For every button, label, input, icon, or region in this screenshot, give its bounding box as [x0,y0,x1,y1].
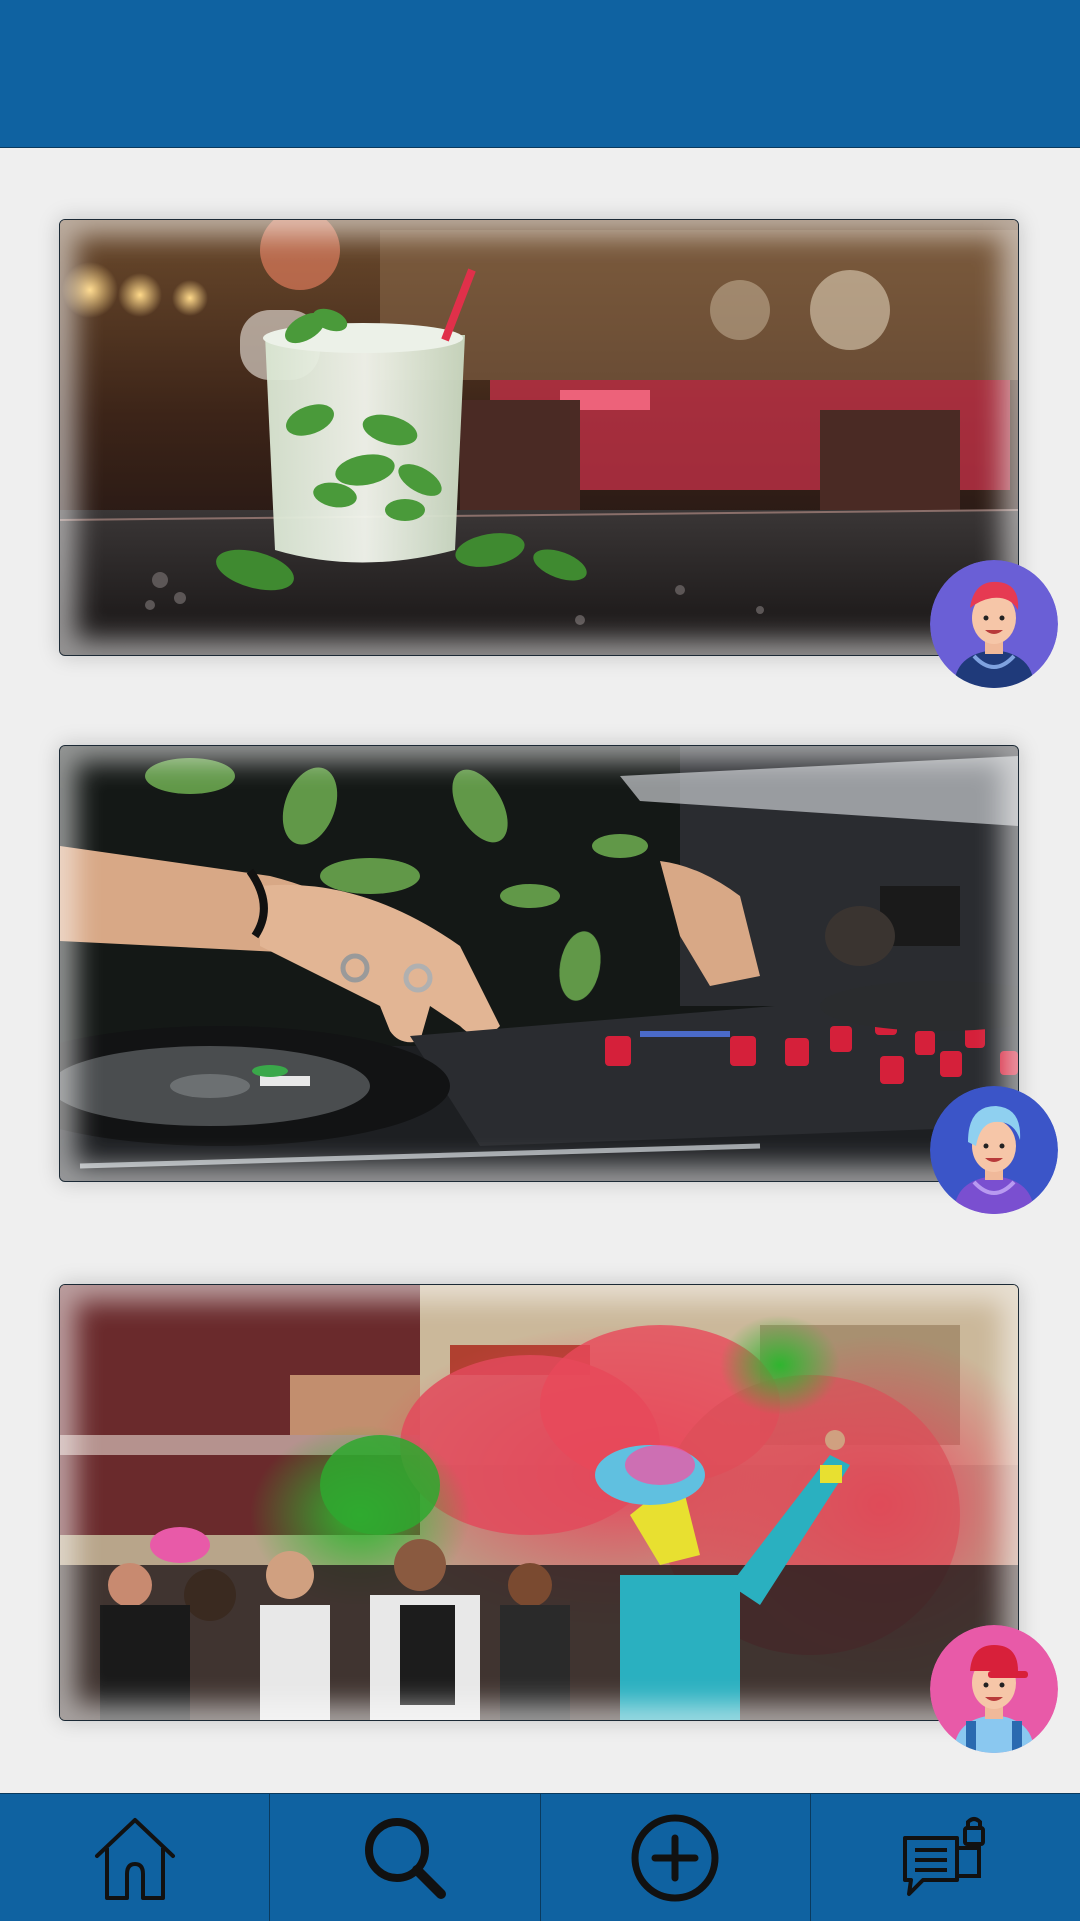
bottom-nav-bar [0,1793,1080,1921]
post-card[interactable] [59,1284,1058,1753]
post-author-avatar[interactable] [930,1625,1058,1753]
post-feed[interactable] [0,148,1080,1792]
nav-add-post-button[interactable] [541,1794,811,1921]
nav-home-button[interactable] [0,1794,271,1921]
search-icon [364,1817,446,1899]
add-circle-icon [631,1814,719,1901]
post-card[interactable] [59,219,1058,688]
post-card[interactable] [59,745,1058,1214]
post-photo-mojito[interactable] [59,219,1019,656]
post-author-avatar[interactable] [930,560,1058,688]
post-author-avatar[interactable] [930,1086,1058,1214]
top-app-bar [0,0,1080,148]
nav-messages-button[interactable] [811,1794,1080,1921]
nav-search-button[interactable] [270,1794,541,1921]
post-photo-dj[interactable] [59,745,1019,1182]
messages-icon [903,1816,986,1896]
home-icon [94,1817,175,1900]
post-photo-festival[interactable] [59,1284,1019,1721]
